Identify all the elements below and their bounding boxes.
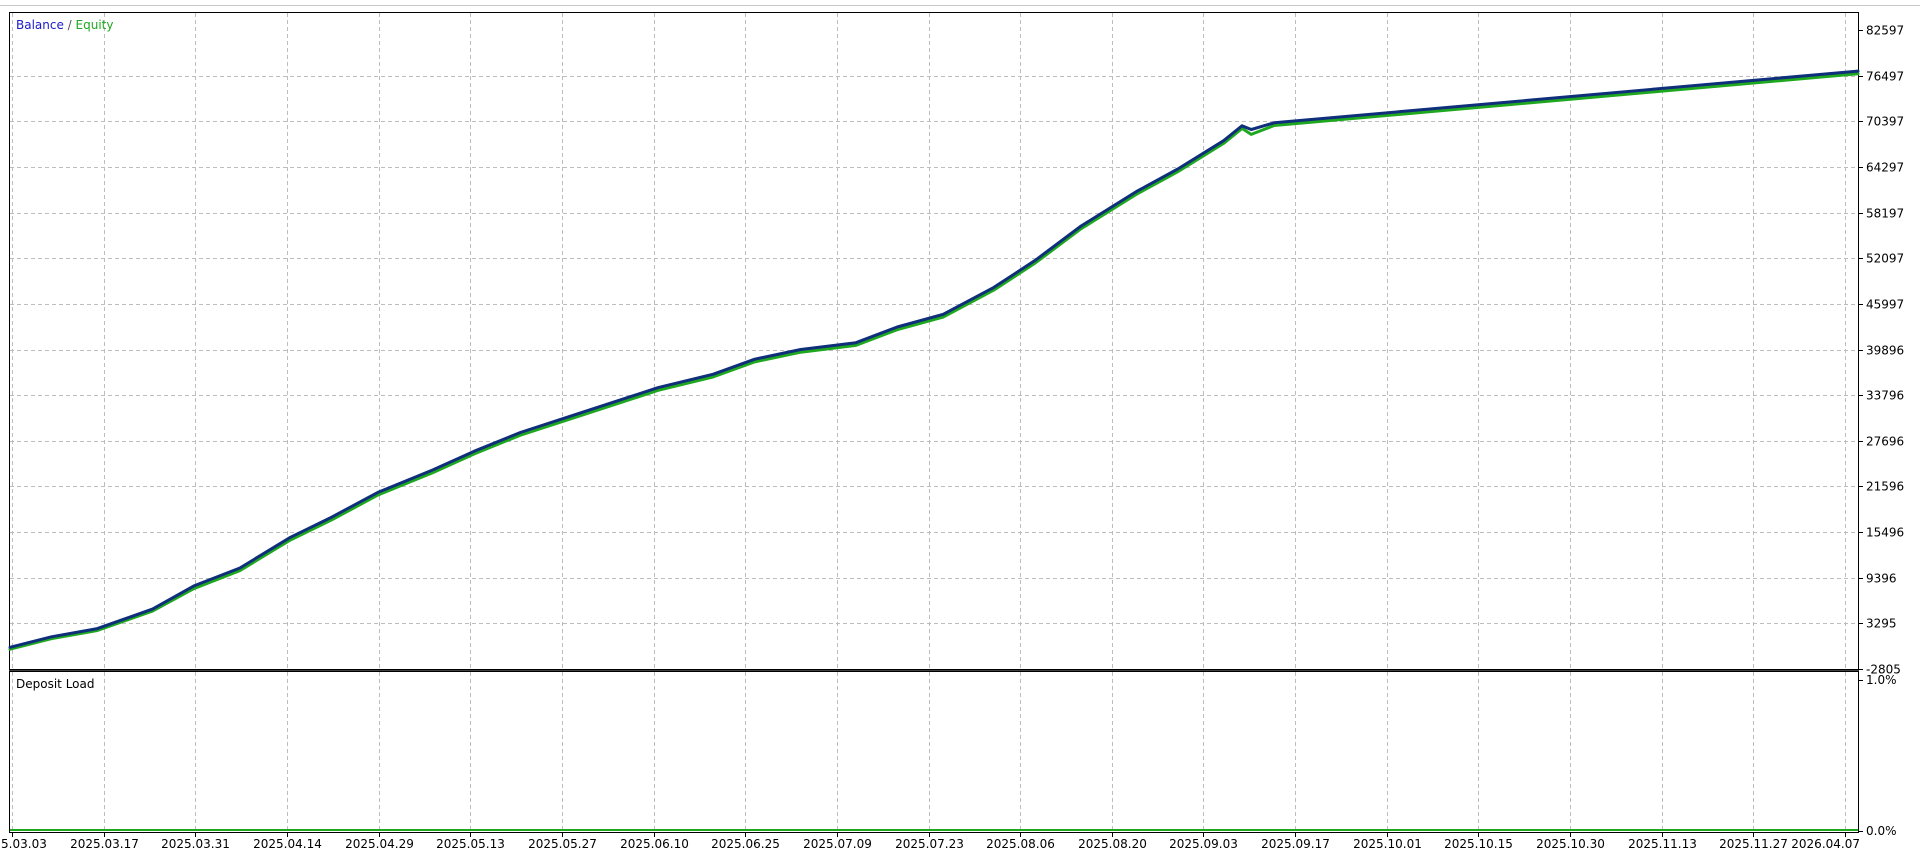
x-tick-label: 2025.07.23 — [895, 837, 964, 851]
x-tick-label: 2025.10.01 — [1353, 837, 1422, 851]
x-tick-label: 2025.10.15 — [1444, 837, 1513, 851]
legend-balance-label: Balance — [16, 18, 64, 32]
x-tick-label: 2025.04.14 — [253, 837, 322, 851]
y-tick-label: 9396 — [1866, 572, 1897, 586]
x-tick-label: 2025.06.25 — [711, 837, 780, 851]
sub-y-tick-label: 0.0% — [1866, 824, 1897, 838]
deposit-load-grid — [12, 672, 1846, 832]
x-tick-label: 2025.08.06 — [986, 837, 1055, 851]
sub-y-tick-label: 1.0% — [1866, 673, 1897, 687]
y-tick-label: 58197 — [1866, 207, 1904, 221]
x-tick-label: 2025.05.27 — [528, 837, 597, 851]
x-tick-label: 2025.04.29 — [345, 837, 414, 851]
deposit-load-title: Deposit Load — [16, 677, 94, 691]
main-plot-panel: 82597 76497 70397 64297 58197 52097 45997 39896… — [8, 12, 1904, 677]
x-tick-label: 2025.06.10 — [620, 837, 689, 851]
x-tick-label: 2025.07.09 — [803, 837, 872, 851]
y-tick-label: 45997 — [1866, 298, 1904, 312]
x-tick-label: 2025.09.17 — [1261, 837, 1330, 851]
y-tick-label: 3295 — [1866, 617, 1897, 631]
x-tick-label: 2025.05.13 — [436, 837, 505, 851]
x-tick-label: 2025.11.27 — [1719, 837, 1788, 851]
legend-separator: / — [64, 18, 76, 32]
legend-equity-label: Equity — [76, 18, 114, 32]
x-tick-label: 2025.08.20 — [1078, 837, 1147, 851]
chart-root: 82597 76497 70397 64297 58197 52097 45997 39896… — [0, 0, 1920, 855]
y-tick-label: 70397 — [1866, 115, 1904, 129]
deposit-load-frame — [9, 671, 1859, 833]
deposit-load-panel: 1.0% 0.0% Deposit Load — [9, 671, 1897, 838]
legend: Balance / Equity — [16, 18, 113, 32]
main-plot-frame — [9, 12, 1859, 670]
x-tick-label: 2025.10.30 — [1536, 837, 1605, 851]
x-tick-label: 2025.09.03 — [1169, 837, 1238, 851]
x-tick-label: 2025.11.13 — [1628, 837, 1697, 851]
y-tick-label: 21596 — [1866, 480, 1904, 494]
x-tick-label: 2026.04.07 — [1791, 837, 1860, 851]
y-tick-label: 15496 — [1866, 526, 1904, 540]
x-tick-label: 2025.03.31 — [161, 837, 230, 851]
y-tick-label: 33796 — [1866, 389, 1904, 403]
y-tick-label: 82597 — [1866, 24, 1904, 38]
y-tick-label: 64297 — [1866, 161, 1904, 175]
y-tick-label: 52097 — [1866, 252, 1904, 266]
y-tick-label: 39896 — [1866, 344, 1904, 358]
y-tick-label: 27696 — [1866, 435, 1904, 449]
y-tick-label: 76497 — [1866, 70, 1904, 84]
x-tick-label: 2025.03.03 — [0, 837, 47, 851]
x-tick-label: 2025.03.17 — [70, 837, 139, 851]
